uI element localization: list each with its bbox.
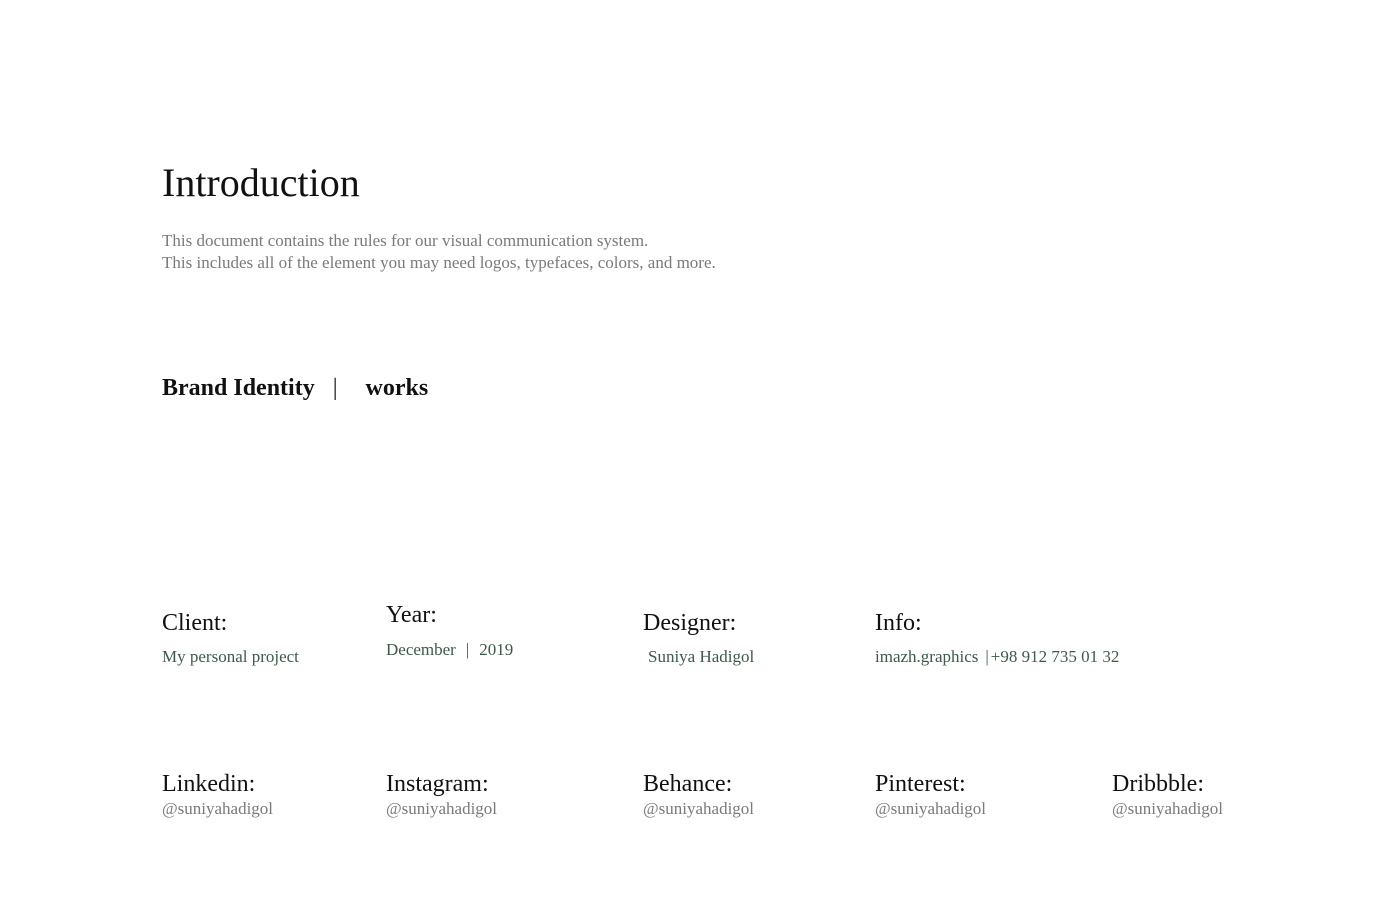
designer-label: Designer: [643, 610, 737, 636]
dribbble-label: Dribbble: [1112, 771, 1204, 797]
brand-heading: Brand Identity | works [162, 373, 428, 403]
year-separator: | [465, 640, 470, 659]
intro-line-2: This includes all of the element you may… [162, 253, 716, 272]
pinterest-label: Pinterest: [875, 771, 966, 797]
behance-handle[interactable]: @suniyahadigol [643, 798, 754, 820]
linkedin-handle[interactable]: @suniyahadigol [162, 798, 273, 820]
info-website[interactable]: imazh.graphics [875, 647, 978, 666]
info-separator: | [985, 647, 989, 666]
page-title: Introduction [162, 160, 360, 205]
info-value: imazh.graphics | +98 912 735 01 32 [875, 646, 1119, 668]
year-number: 2019 [479, 640, 514, 659]
intro-line-1: This document contains the rules for our… [162, 231, 649, 250]
instagram-handle[interactable]: @suniyahadigol [386, 798, 497, 820]
info-label: Info: [875, 610, 922, 636]
instagram-label: Instagram: [386, 771, 489, 797]
brand-separator: | [332, 375, 338, 401]
linkedin-label: Linkedin: [162, 771, 256, 797]
client-label: Client: [162, 610, 228, 636]
designer-value: Suniya Hadigol [648, 647, 755, 666]
brand-identity-label: Brand Identity [162, 375, 315, 401]
dribbble-handle[interactable]: @suniyahadigol [1112, 798, 1223, 820]
client-value: My personal project [162, 647, 299, 666]
year-label: Year: [386, 602, 437, 628]
behance-label: Behance: [643, 771, 733, 797]
works-label: works [365, 375, 429, 401]
info-phone[interactable]: +98 912 735 01 32 [991, 647, 1120, 666]
year-value: December | 2019 [386, 639, 513, 661]
pinterest-handle[interactable]: @suniyahadigol [875, 798, 986, 820]
year-month: December [386, 640, 456, 659]
